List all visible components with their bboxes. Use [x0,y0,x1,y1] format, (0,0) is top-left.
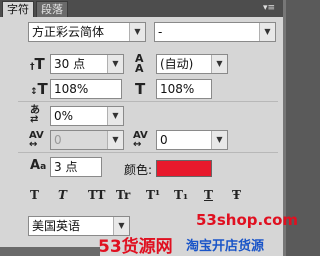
panel-menu-icon[interactable]: ▾≡ [263,3,275,13]
tab-character[interactable]: 字符 [2,1,34,17]
divider [18,101,278,102]
tracking-value: 0 [160,133,168,147]
vertical-scale-field[interactable]: 108% [50,79,122,99]
tracking-icon: AV ↔ [133,130,148,150]
tsume-icon: あ ⇄ [30,105,40,125]
small-caps-button[interactable]: Tr [116,188,130,202]
baseline-shift-icon: Aa [30,158,47,173]
leading-value: (自动) [160,57,194,71]
tracking-select[interactable]: 0 ▼ [156,130,228,150]
tsume-value: 0% [54,109,74,123]
font-size-select[interactable]: 30 点 ▼ [50,54,124,74]
horizontal-scale-field[interactable]: 108% [156,79,212,99]
all-caps-button[interactable]: TT [88,188,105,202]
language-value: 美国英语 [32,219,81,233]
font-size-icon: †T [30,55,45,73]
horizontal-scale-icon: T [135,80,146,98]
watermark: 53货源网 淘宝开店货源 [98,224,286,256]
faux-bold-button[interactable]: T [30,188,39,202]
faux-italic-button[interactable]: T [58,188,67,202]
kerning-value: 0 [54,133,62,147]
chevron-down-icon: ▼ [211,131,227,149]
text-style-buttons: T T TT Tr T¹ T₁ T Ŧ [30,188,270,204]
leading-icon: AA [135,52,144,75]
color-label: 颜色: [124,163,153,177]
font-family-value: 方正彩云简体 [32,25,105,39]
baseline-shift-field[interactable]: 3 点 [50,157,102,177]
font-style-select[interactable]: - ▼ [154,22,276,42]
bottom-tab-strip [0,247,100,256]
chevron-down-icon: ▼ [107,107,123,125]
leading-select[interactable]: (自动) ▼ [156,54,228,74]
subscript-button[interactable]: T₁ [174,188,188,202]
font-family-select[interactable]: 方正彩云简体 ▼ [28,22,146,42]
watermark-slogan: 淘宝开店货源 [186,239,265,254]
kerning-icon: AV ↔ [29,130,44,150]
kerning-select[interactable]: 0 ▼ [50,130,124,150]
divider [18,152,278,153]
font-style-value: - [158,25,163,39]
tab-bar: 字符 段落 ▾≡ [0,0,283,17]
underline-button[interactable]: T [204,188,213,202]
chevron-down-icon: ▼ [107,55,123,73]
tab-paragraph[interactable]: 段落 [36,1,68,17]
strikethrough-button[interactable]: Ŧ [232,188,241,202]
tsume-select[interactable]: 0% ▼ [50,106,124,126]
vertical-scale-icon: ↕T [30,80,48,98]
chevron-down-icon: ▼ [211,55,227,73]
chevron-down-icon: ▼ [107,131,123,149]
superscript-button[interactable]: T¹ [146,188,160,202]
character-panel: 字符 段落 ▾≡ 方正彩云简体 ▼ - ▼ †T 30 点 ▼ AA (自动) … [0,0,298,256]
watermark-brand: 53货源网 [98,237,173,256]
color-swatch[interactable] [156,160,212,177]
chevron-down-icon: ▼ [129,23,145,41]
font-size-value: 30 点 [54,57,86,71]
chevron-down-icon: ▼ [259,23,275,41]
